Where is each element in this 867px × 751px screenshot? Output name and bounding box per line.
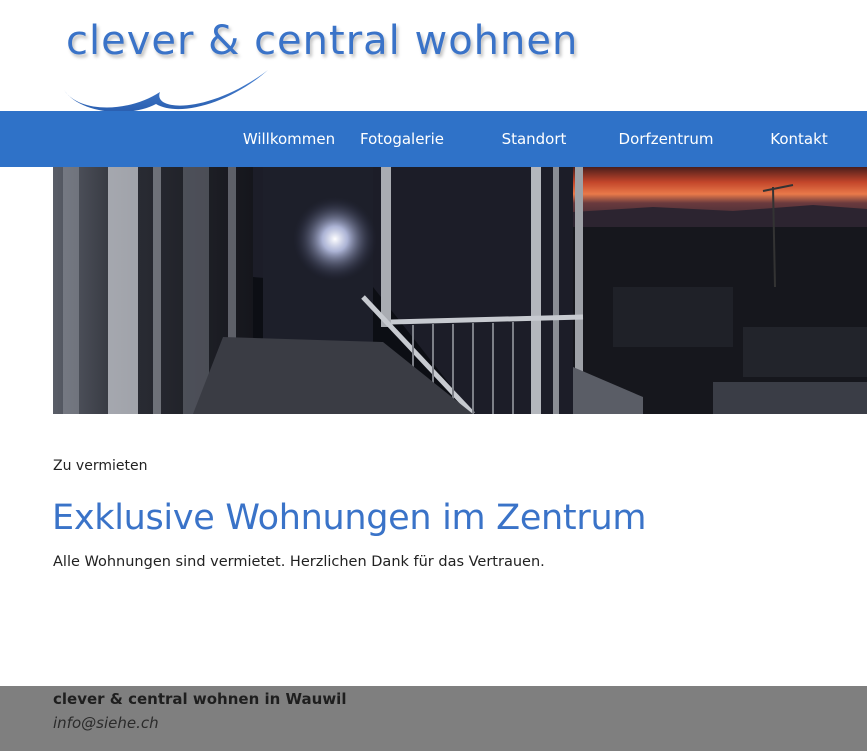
eyebrow-text: Zu vermieten (53, 458, 148, 474)
logo-text: clever & central wohnen (66, 18, 579, 64)
nav-item-kontakt[interactable]: Kontakt (760, 111, 838, 167)
hero-image (53, 167, 867, 414)
logo-wave-icon (64, 70, 268, 113)
balcony-sunset-photo (53, 167, 867, 414)
body-text: Alle Wohnungen sind vermietet. Herzliche… (53, 554, 545, 570)
page-title: Exklusive Wohnungen im Zentrum (52, 498, 647, 538)
footer: clever & central wohnen in Wauwil info@s… (0, 686, 867, 751)
nav-item-dorfzentrum[interactable]: Dorfzentrum (610, 111, 722, 167)
nav-item-standort[interactable]: Standort (484, 111, 584, 167)
site-logo[interactable]: clever & central wohnen (60, 18, 600, 114)
footer-title: clever & central wohnen in Wauwil (53, 690, 347, 708)
nav-item-willkommen[interactable]: Willkommen (236, 111, 342, 167)
main-nav: Willkommen Fotogalerie Standort Dorfzent… (0, 111, 867, 167)
nav-item-fotogalerie[interactable]: Fotogalerie (352, 111, 452, 167)
footer-email-link[interactable]: info@siehe.ch (53, 714, 159, 732)
